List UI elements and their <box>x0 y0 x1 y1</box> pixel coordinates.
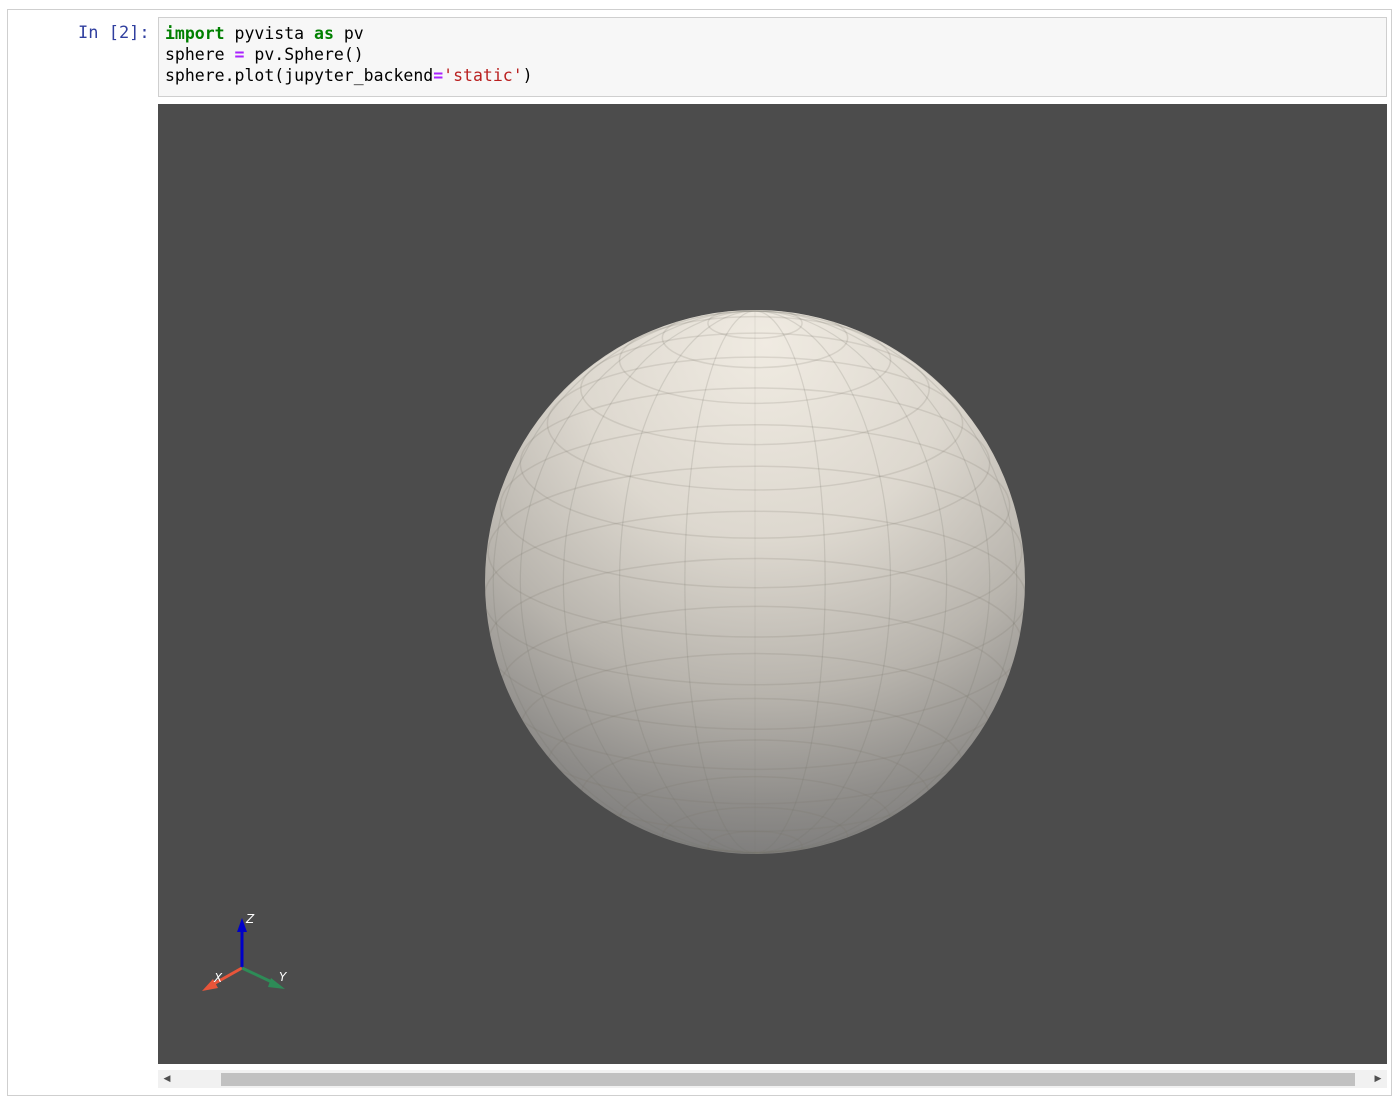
sphere-render[interactable]: Z X Y <box>158 104 1387 1064</box>
code-token: sphere.plot(jupyter_backend <box>165 66 434 85</box>
code-editor[interactable]: import pyvista as pv sphere = pv.Sphere()… <box>158 17 1387 97</box>
code-line[interactable]: sphere = pv.Sphere() <box>165 44 533 65</box>
code-token: ) <box>522 66 533 85</box>
code-token: pv <box>333 24 364 43</box>
code-token: import <box>165 24 225 43</box>
code-line[interactable]: import pyvista as pv <box>165 23 533 44</box>
scroll-right-icon[interactable]: ▶ <box>1369 1070 1387 1088</box>
x-axis-label: X <box>213 971 223 985</box>
code-token: = <box>433 66 444 85</box>
scroll-left-icon[interactable]: ◀ <box>158 1070 176 1088</box>
render-output[interactable]: Z X Y <box>158 104 1387 1064</box>
code-token: as <box>314 24 334 43</box>
code-token: pyvista <box>224 24 315 43</box>
y-axis-label: Y <box>279 970 288 984</box>
code-text[interactable]: import pyvista as pv sphere = pv.Sphere()… <box>165 23 533 86</box>
input-prompt: In [2]: <box>78 23 150 43</box>
code-line[interactable]: sphere.plot(jupyter_backend='static') <box>165 65 533 86</box>
code-token: sphere <box>165 45 235 64</box>
scrollbar-thumb[interactable] <box>221 1073 1355 1086</box>
code-token: 'static' <box>443 66 523 85</box>
code-token: pv.Sphere() <box>244 45 364 64</box>
code-token: = <box>234 45 245 64</box>
z-axis-label: Z <box>245 912 255 926</box>
orientation-axes-widget: Z X Y <box>202 912 288 991</box>
horizontal-scrollbar[interactable]: ◀ ▶ <box>158 1070 1387 1088</box>
